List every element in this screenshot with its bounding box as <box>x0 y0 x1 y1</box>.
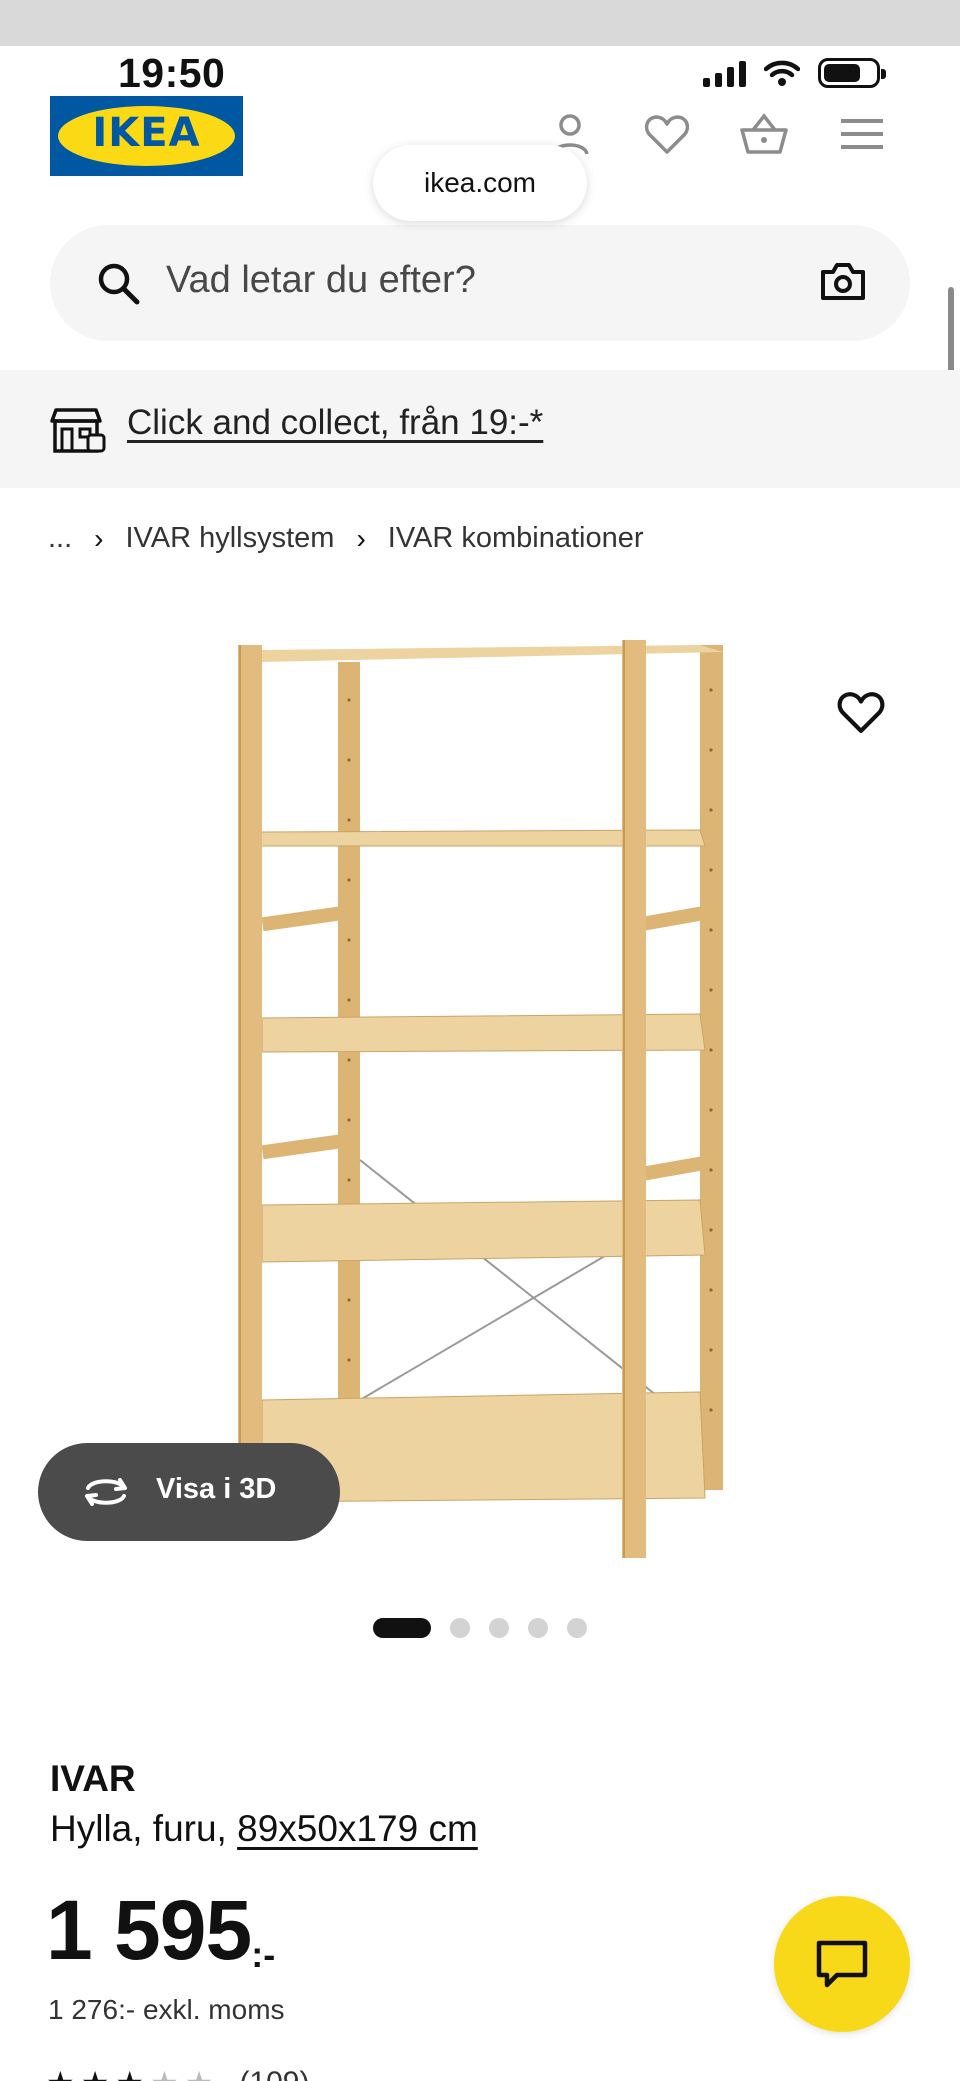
product-page: 19:50 IKEA ikea.com Vad letar du efter? … <box>0 0 960 2081</box>
store-icon <box>50 407 106 458</box>
logo-text: IKEA <box>92 110 201 156</box>
price-amount: 1 595 <box>46 1883 252 1977</box>
signal-icon <box>703 59 746 87</box>
carousel-dot[interactable] <box>567 1618 587 1638</box>
star-filled-icon: ★ <box>46 2064 75 2081</box>
favorite-heart-icon[interactable] <box>836 690 886 739</box>
breadcrumb: ... › IVAR hyllsystem › IVAR kombination… <box>48 522 644 555</box>
url-pill[interactable]: ikea.com <box>373 145 587 221</box>
search-bar[interactable]: Vad letar du efter? <box>50 225 910 341</box>
star-empty-icon: ★ <box>185 2064 214 2081</box>
star-filled-icon: ★ <box>81 2064 110 2081</box>
breadcrumb-item-ivar-hyllsystem[interactable]: IVAR hyllsystem <box>126 522 335 555</box>
product-image[interactable] <box>0 600 960 1590</box>
breadcrumb-ellipsis[interactable]: ... <box>48 522 72 555</box>
wishlist-icon[interactable] <box>639 106 695 162</box>
wifi-icon <box>764 60 800 86</box>
chat-icon <box>816 1940 868 1988</box>
breadcrumb-item-ivar-kombinationer[interactable]: IVAR kombinationer <box>388 522 644 555</box>
battery-icon <box>818 58 886 88</box>
status-icons <box>703 58 886 88</box>
product-description: Hylla, furu, 89x50x179 cm <box>50 1808 478 1850</box>
carousel-dot[interactable] <box>528 1618 548 1638</box>
image-carousel-dots[interactable] <box>373 1618 587 1638</box>
price-suffix: :- <box>251 1934 276 1975</box>
star-filled-icon: ★ <box>115 2064 144 2081</box>
rotate-3d-icon <box>80 1473 132 1516</box>
click-collect-link[interactable]: Click and collect, från 19:-* <box>127 403 543 443</box>
product-name: IVAR <box>50 1758 136 1799</box>
menu-icon[interactable] <box>834 106 890 162</box>
view-3d-label: Visa i 3D <box>156 1473 277 1505</box>
search-placeholder: Vad letar du efter? <box>166 259 476 301</box>
view-3d-button[interactable]: Visa i 3D <box>38 1443 340 1541</box>
camera-icon[interactable] <box>820 261 866 306</box>
rating-count[interactable]: (109) <box>239 2066 309 2081</box>
status-time: 19:50 <box>118 50 226 96</box>
product-price: 1 595:- <box>46 1882 275 1979</box>
star-empty-icon: ★ <box>150 2064 179 2081</box>
product-type: Hylla, furu, <box>50 1808 227 1849</box>
chat-button[interactable] <box>774 1896 910 2032</box>
chevron-right-icon: › <box>94 522 104 554</box>
carousel-dot[interactable] <box>450 1618 470 1638</box>
click-collect-banner[interactable]: Click and collect, från 19:-* <box>0 370 960 488</box>
chevron-right-icon: › <box>356 522 366 554</box>
cart-icon[interactable] <box>736 106 792 162</box>
top-browser-strip <box>0 0 960 46</box>
carousel-dot[interactable] <box>489 1618 509 1638</box>
ikea-logo[interactable]: IKEA <box>50 96 243 176</box>
rating-stars[interactable]: ★ ★ ★ ★ ★ (109) <box>46 2064 309 2081</box>
price-excl-vat: 1 276:- exkl. moms <box>48 1994 285 2025</box>
product-dimensions-link[interactable]: 89x50x179 cm <box>237 1808 478 1849</box>
search-icon <box>96 261 140 310</box>
carousel-dot-active[interactable] <box>373 1618 431 1638</box>
